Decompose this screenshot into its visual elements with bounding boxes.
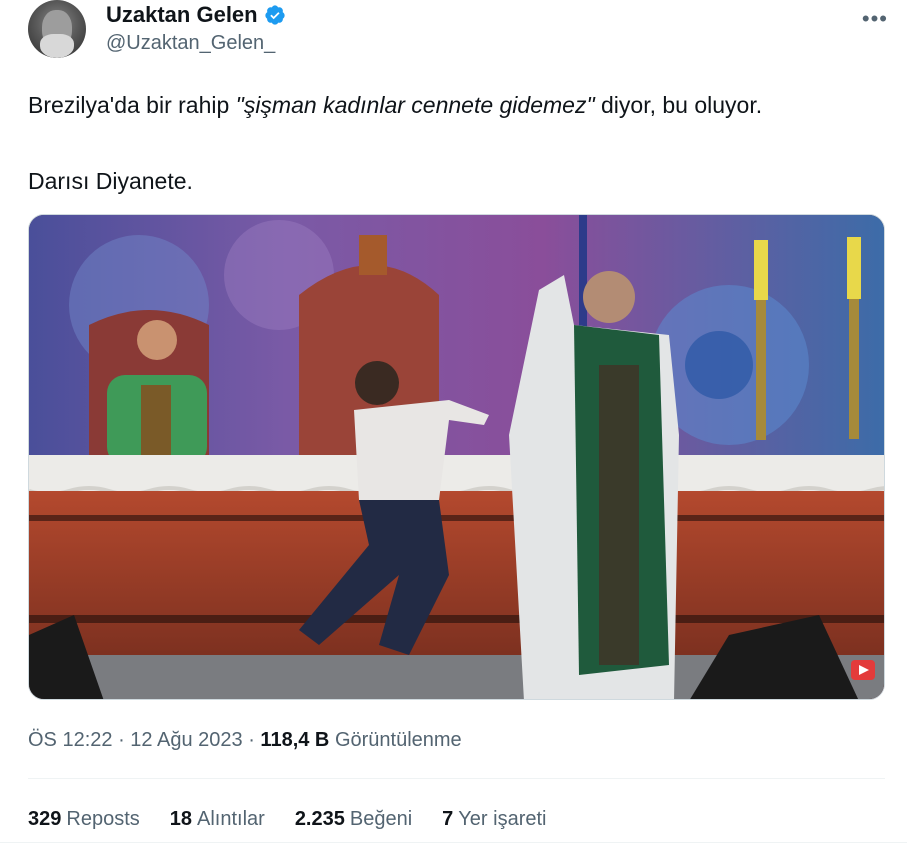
more-dots-icon[interactable]: •••: [862, 6, 888, 32]
video-frame: [29, 215, 884, 699]
tweet-body: Brezilya'da bir rahip "şişman kadınlar c…: [28, 90, 888, 196]
author-name-row: Uzaktan Gelen: [106, 2, 286, 28]
views-count: 118,4 B: [260, 729, 330, 751]
tweet-meta: ÖS 12:22 · 12 Ağu 2023 · 118,4 B Görüntü…: [28, 729, 462, 752]
tweet-video[interactable]: [28, 214, 885, 700]
meta-separator: ·: [242, 729, 261, 751]
stat-label: Alıntılar: [197, 808, 265, 830]
author-display-name[interactable]: Uzaktan Gelen: [106, 2, 258, 28]
tweet-line-1: Brezilya'da bir rahip "şişman kadınlar c…: [28, 90, 888, 120]
divider: [28, 778, 885, 779]
stat-bookmarks[interactable]: 7 Yer işareti: [442, 808, 546, 831]
tweet-time[interactable]: ÖS 12:22: [28, 729, 113, 751]
views-label: Görüntülenme: [334, 729, 462, 751]
tweet-quote: "şişman kadınlar cennete gidemez": [235, 92, 595, 118]
stat-quotes[interactable]: 18 Alıntılar: [170, 808, 265, 831]
tweet-date[interactable]: 12 Ağu 2023: [130, 729, 242, 751]
stat-reposts[interactable]: 329 Reposts: [28, 808, 140, 831]
stat-label: Yer işareti: [458, 808, 547, 830]
meta-separator: ·: [112, 729, 131, 751]
stat-count: 329: [28, 808, 62, 830]
tweet-stats: 329 Reposts 18 Alıntılar 2.235 Beğeni 7 Yer …: [28, 808, 546, 831]
author-handle[interactable]: @Uzaktan_Gelen_: [106, 32, 275, 55]
stat-count: 7: [442, 808, 454, 830]
tweet-header: Uzaktan Gelen @Uzaktan_Gelen_ •••: [28, 0, 888, 60]
stat-label: Reposts: [66, 808, 140, 830]
stat-count: 2.235: [294, 808, 345, 830]
tweet-text-before: Brezilya'da bir rahip: [28, 92, 236, 118]
verified-badge-icon: [264, 5, 285, 25]
avatar[interactable]: [28, 0, 86, 58]
avatar-beard: [40, 34, 74, 58]
stat-label: Beğeni: [349, 808, 413, 830]
stat-count: 18: [169, 808, 192, 830]
tweet-line-2: Darısı Diyanete.: [28, 168, 193, 194]
tweet-text-after: diyor, bu oluyor.: [594, 92, 763, 118]
stat-likes[interactable]: 2.235 Beğeni: [295, 808, 412, 831]
